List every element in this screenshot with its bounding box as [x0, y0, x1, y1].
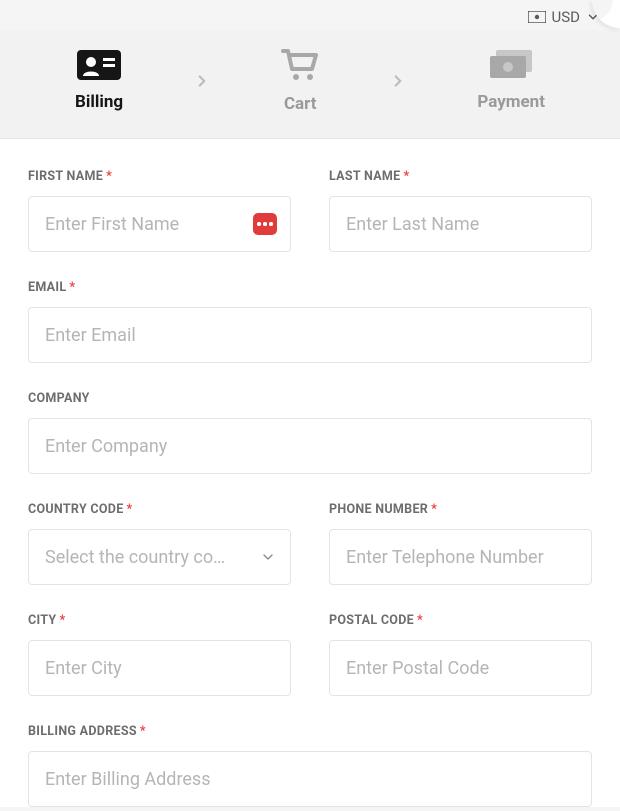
phone-input[interactable] [329, 529, 592, 585]
postal-input[interactable] [329, 640, 592, 696]
email-label: EMAIL* [28, 280, 592, 295]
currency-icon [528, 11, 546, 23]
last-name-label: LAST NAME* [329, 169, 592, 184]
billing-form: FIRST NAME* LAST NAME* EMAIL* COMPANY [0, 139, 620, 807]
currency-label: USD [552, 8, 580, 26]
billing-address-input[interactable] [28, 751, 592, 807]
step-payment[interactable]: Payment [477, 50, 545, 112]
country-code-select[interactable]: Select the country co… [28, 529, 291, 585]
country-code-label: COUNTRY CODE* [28, 502, 291, 517]
city-input[interactable] [28, 640, 291, 696]
company-input[interactable] [28, 418, 592, 474]
first-name-label: FIRST NAME* [28, 169, 291, 184]
chevron-right-icon [193, 72, 211, 90]
email-input[interactable] [28, 307, 592, 363]
step-label: Cart [284, 94, 317, 114]
phone-label: PHONE NUMBER* [329, 502, 592, 517]
city-label: CITY* [28, 613, 291, 628]
step-cart[interactable]: Cart [281, 48, 319, 114]
chevron-down-icon [260, 549, 276, 565]
postal-label: POSTAL CODE* [329, 613, 592, 628]
billing-address-label: BILLING ADDRESS* [28, 724, 592, 739]
company-label: COMPANY [28, 391, 592, 406]
cart-icon [281, 48, 319, 82]
step-label: Payment [477, 92, 545, 112]
chevron-right-icon [389, 72, 407, 90]
first-name-input[interactable] [28, 196, 291, 252]
step-label: Billing [75, 92, 123, 112]
password-manager-icon[interactable] [253, 213, 277, 235]
contact-card-icon [77, 50, 121, 80]
currency-selector[interactable]: USD [0, 0, 620, 30]
payment-icon [490, 50, 532, 80]
last-name-input[interactable] [329, 196, 592, 252]
checkout-steps: Billing Cart Payment [0, 30, 620, 139]
step-billing[interactable]: Billing [75, 50, 123, 112]
select-placeholder: Select the country co… [45, 547, 225, 568]
